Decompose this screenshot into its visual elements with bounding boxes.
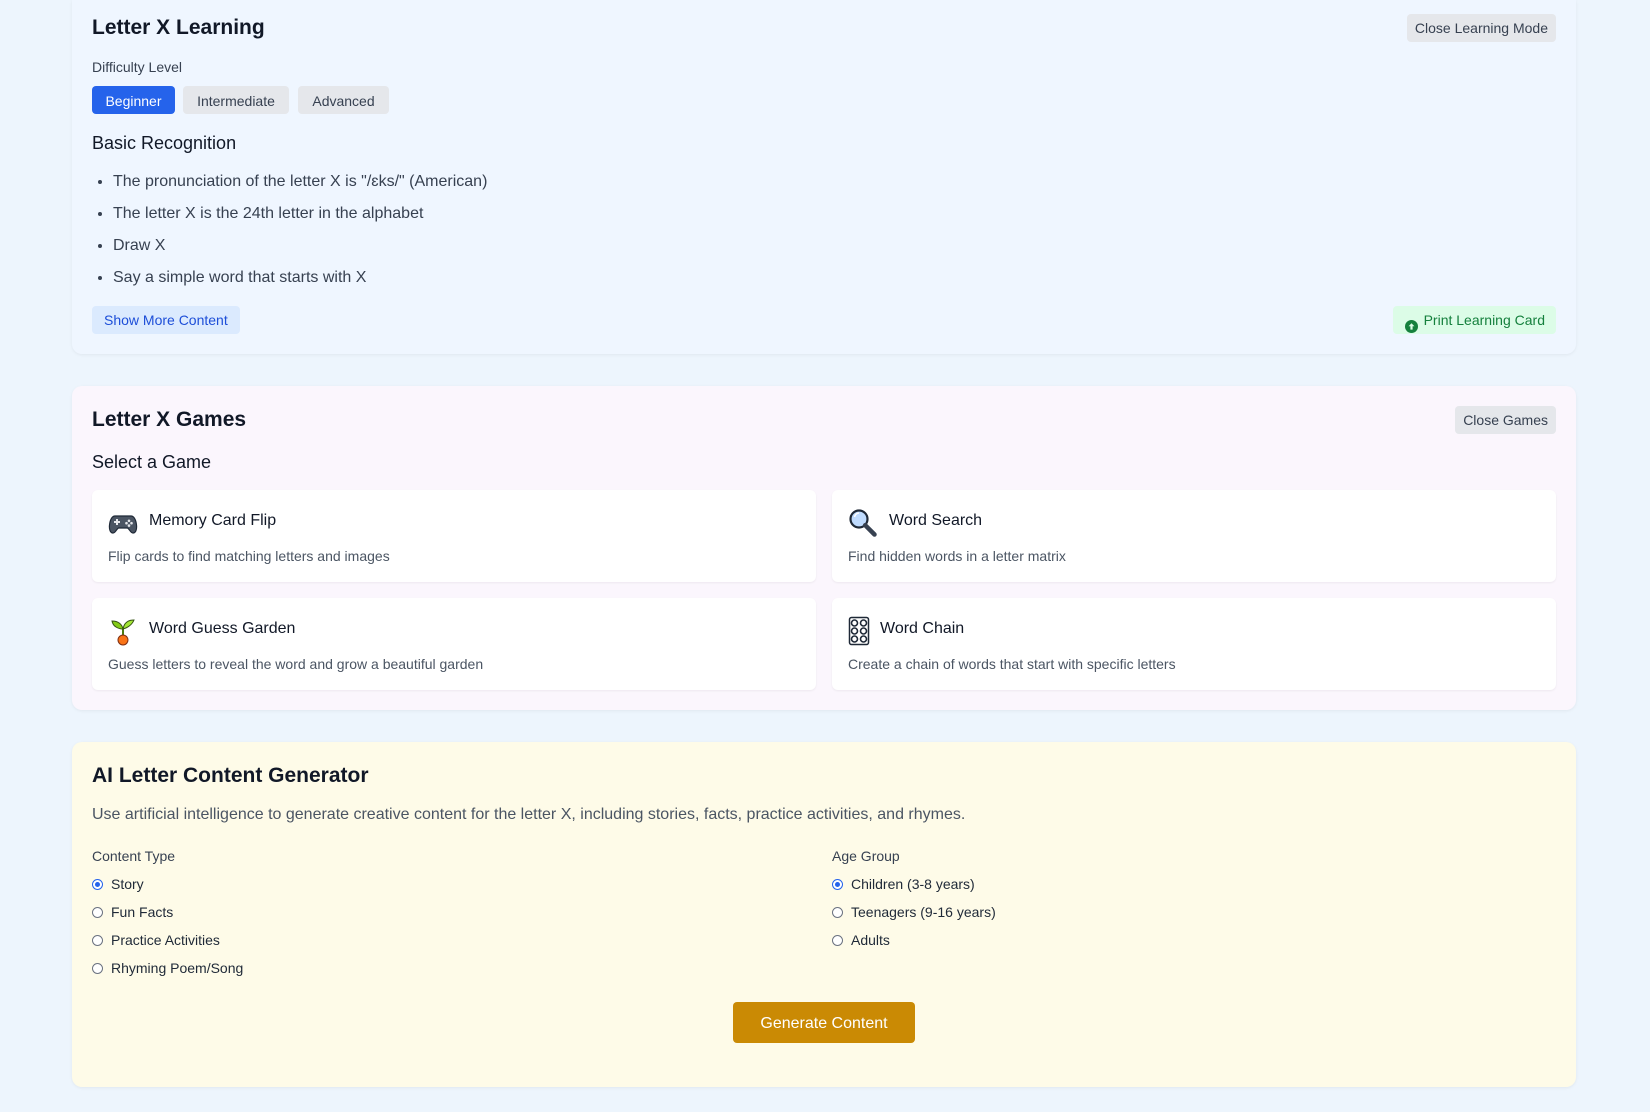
age-group-option-teenagers[interactable]: Teenagers (9-16 years): [832, 902, 996, 922]
chain-icon: [848, 616, 870, 646]
games-title: Letter X Games: [92, 408, 247, 431]
list-item: The letter X is the 24th letter in the a…: [113, 198, 487, 230]
difficulty-label: Difficulty Level: [92, 59, 183, 75]
game-card-memory-card-flip[interactable]: Memory Card Flip Flip cards to find matc…: [92, 490, 816, 582]
radio-label: Rhyming Poem/Song: [111, 960, 244, 976]
magnifying-glass-icon: [848, 508, 878, 538]
learning-panel: Letter X Learning Close Learning Mode Di…: [72, 0, 1576, 354]
content-type-option-rhyming-poem[interactable]: Rhyming Poem/Song: [92, 958, 243, 978]
close-games-button[interactable]: Close Games: [1455, 406, 1556, 434]
arrow-up-circle-icon: [1404, 314, 1418, 333]
list-item: Draw X: [113, 230, 487, 262]
game-card-word-guess-garden[interactable]: Word Guess Garden Guess letters to revea…: [92, 598, 816, 690]
content-type-option-story[interactable]: Story: [92, 874, 144, 894]
game-title: Word Chain: [880, 620, 965, 637]
ai-description: Use artificial intelligence to generate …: [92, 806, 966, 823]
print-label: Print Learning Card: [1423, 312, 1545, 328]
game-controller-icon: [108, 508, 138, 538]
game-title: Memory Card Flip: [149, 512, 277, 529]
game-title: Word Guess Garden: [149, 620, 296, 637]
show-more-content-button[interactable]: Show More Content: [92, 306, 240, 334]
radio-label: Fun Facts: [111, 904, 174, 920]
age-group-option-adults[interactable]: Adults: [832, 930, 890, 950]
radio-label: Children (3-8 years): [851, 876, 975, 892]
radio-button[interactable]: [832, 878, 843, 890]
content-type-label: Content Type: [92, 848, 176, 864]
radio-label: Practice Activities: [111, 932, 220, 948]
learning-title: Letter X Learning: [92, 16, 265, 39]
game-description: Find hidden words in a letter matrix: [848, 548, 1066, 564]
difficulty-advanced-button[interactable]: Advanced: [298, 86, 389, 114]
content-type-option-practice-activities[interactable]: Practice Activities: [92, 930, 220, 950]
radio-label: Story: [111, 876, 144, 892]
games-panel: Letter X Games Close Games Select a Game…: [72, 386, 1576, 710]
list-item: Say a simple word that starts with X: [113, 262, 487, 294]
section-title: Basic Recognition: [92, 133, 237, 153]
recognition-points-list: The pronunciation of the letter X is "/ɛ…: [92, 166, 487, 294]
radio-button[interactable]: [832, 906, 843, 918]
radio-button[interactable]: [92, 906, 103, 918]
game-title: Word Search: [889, 512, 983, 529]
game-card-word-chain[interactable]: Word Chain Create a chain of words that …: [832, 598, 1556, 690]
game-card-word-search[interactable]: Word Search Find hidden words in a lette…: [832, 490, 1556, 582]
game-description: Guess letters to reveal the word and gro…: [108, 656, 484, 672]
game-description: Create a chain of words that start with …: [848, 656, 1176, 672]
difficulty-beginner-button[interactable]: Beginner: [92, 86, 175, 114]
close-learning-mode-button[interactable]: Close Learning Mode: [1406, 14, 1556, 42]
ai-title: AI Letter Content Generator: [92, 764, 369, 787]
radio-button[interactable]: [92, 878, 103, 890]
list-item: The pronunciation of the letter X is "/ɛ…: [113, 166, 487, 198]
radio-button[interactable]: [92, 962, 103, 974]
print-learning-card-button[interactable]: Print Learning Card: [1392, 306, 1556, 334]
radio-button[interactable]: [92, 934, 103, 946]
radio-label: Teenagers (9-16 years): [851, 904, 996, 920]
select-game-label: Select a Game: [92, 452, 212, 472]
seedling-icon: [108, 616, 138, 646]
generate-content-button[interactable]: Generate Content: [733, 1002, 915, 1043]
radio-label: Adults: [851, 932, 890, 948]
age-group-label: Age Group: [832, 848, 900, 864]
radio-button[interactable]: [832, 934, 843, 946]
game-description: Flip cards to find matching letters and …: [108, 548, 390, 564]
content-type-option-fun-facts[interactable]: Fun Facts: [92, 902, 173, 922]
difficulty-intermediate-button[interactable]: Intermediate: [183, 86, 289, 114]
ai-generator-panel: AI Letter Content Generator Use artifici…: [72, 742, 1576, 1087]
age-group-option-children[interactable]: Children (3-8 years): [832, 874, 975, 894]
